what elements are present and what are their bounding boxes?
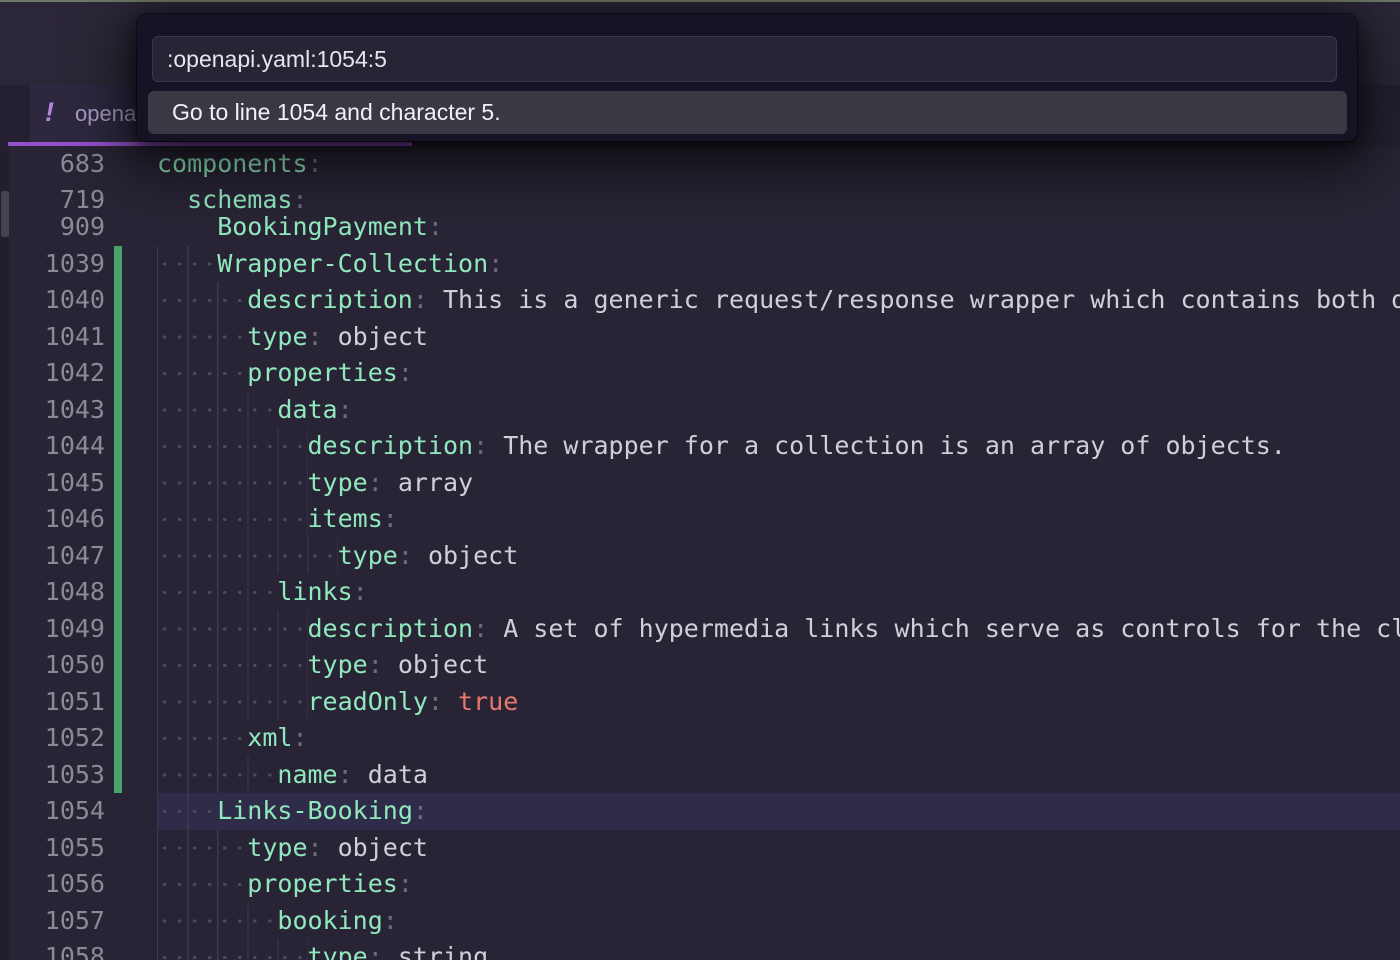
indent-whitespace bbox=[157, 757, 277, 794]
code-text: Links-Booking: bbox=[217, 793, 428, 830]
code-text: components: bbox=[157, 146, 323, 183]
line-number: 683 bbox=[0, 146, 105, 183]
code-text: description: This is a generic request/r… bbox=[247, 282, 1400, 319]
code-line[interactable]: 1055 type: object bbox=[0, 830, 1400, 867]
indent-whitespace bbox=[157, 246, 217, 283]
code-line[interactable]: 1042 properties: bbox=[0, 355, 1400, 392]
line-number: 1056 bbox=[0, 866, 105, 903]
line-number: 1046 bbox=[0, 501, 105, 538]
line-number: 1055 bbox=[0, 830, 105, 867]
line-number: 1048 bbox=[0, 574, 105, 611]
code-line[interactable]: 1052 xml: bbox=[0, 720, 1400, 757]
indent-whitespace bbox=[157, 319, 247, 356]
code-text: properties: bbox=[247, 866, 413, 903]
indent-whitespace bbox=[157, 684, 308, 721]
code-line[interactable]: 1048 links: bbox=[0, 574, 1400, 611]
code-line[interactable]: 1046 items: bbox=[0, 501, 1400, 538]
code-line[interactable]: 1056 properties: bbox=[0, 866, 1400, 903]
indent-whitespace bbox=[157, 282, 247, 319]
code-text: xml: bbox=[247, 720, 307, 757]
indent-whitespace bbox=[157, 866, 247, 903]
code-text: description: A set of hypermedia links w… bbox=[308, 611, 1400, 648]
code-text: type: object bbox=[338, 538, 519, 575]
code-text: description: The wrapper for a collectio… bbox=[308, 428, 1286, 465]
indent-whitespace bbox=[157, 793, 217, 830]
editor-pane[interactable]: 683components:719schemas:909BookingPayme… bbox=[0, 146, 1400, 960]
code-text: booking: bbox=[277, 903, 397, 940]
indent-whitespace bbox=[157, 428, 308, 465]
line-number: 1040 bbox=[0, 282, 105, 319]
code-line[interactable]: 1043 data: bbox=[0, 392, 1400, 429]
code-line-active[interactable]: 1054 Links-Booking: bbox=[0, 793, 1400, 830]
code-text: name: data bbox=[277, 757, 428, 794]
indent-whitespace bbox=[157, 392, 277, 429]
code-line[interactable]: 1041 type: object bbox=[0, 319, 1400, 356]
left-rail bbox=[0, 146, 9, 960]
line-number: 1057 bbox=[0, 903, 105, 940]
diagnostic-error-icon: ! bbox=[45, 97, 54, 128]
line-number: 909 bbox=[0, 209, 105, 246]
code-line[interactable]: 1053 name: data bbox=[0, 757, 1400, 794]
code-line[interactable]: 1045 type: array bbox=[0, 465, 1400, 502]
code-text: type: array bbox=[308, 465, 474, 502]
zed-editor-window: { "tab_bar": { "active_tab": { "status_i… bbox=[0, 0, 1400, 960]
code-line[interactable]: 1058 type: string bbox=[0, 939, 1400, 960]
code-text: type: object bbox=[308, 647, 489, 684]
code-lines: 683components:719schemas:909BookingPayme… bbox=[0, 146, 1400, 960]
code-text: items: bbox=[308, 501, 398, 538]
indent-whitespace bbox=[157, 611, 308, 648]
line-number: 1042 bbox=[0, 355, 105, 392]
left-rail-thumb bbox=[1, 191, 9, 237]
code-line[interactable]: 1044 description: The wrapper for a colle… bbox=[0, 428, 1400, 465]
code-line[interactable]: 1049 description: A set of hypermedia lin… bbox=[0, 611, 1400, 648]
code-text: type: string bbox=[308, 939, 489, 960]
line-number: 1051 bbox=[0, 684, 105, 721]
line-number: 1039 bbox=[0, 246, 105, 283]
line-number: 1053 bbox=[0, 757, 105, 794]
goto-line-suggestion[interactable]: Go to line 1054 and character 5. bbox=[148, 91, 1347, 134]
line-number: 1058 bbox=[0, 939, 105, 960]
code-text: type: object bbox=[247, 319, 428, 356]
indent-whitespace bbox=[157, 647, 308, 684]
line-number: 1054 bbox=[0, 793, 105, 830]
line-number: 1052 bbox=[0, 720, 105, 757]
indent-whitespace bbox=[157, 355, 247, 392]
indent-whitespace bbox=[157, 939, 308, 960]
code-line[interactable]: 909 BookingPayment: bbox=[0, 209, 1400, 246]
indent-whitespace bbox=[157, 830, 247, 867]
indent-whitespace bbox=[157, 574, 277, 611]
code-line[interactable]: 1050 type: object bbox=[0, 647, 1400, 684]
line-number: 1050 bbox=[0, 647, 105, 684]
code-text: properties: bbox=[247, 355, 413, 392]
code-text: BookingPayment: bbox=[217, 209, 443, 246]
code-line[interactable]: 1057 booking: bbox=[0, 903, 1400, 940]
code-text: type: object bbox=[247, 830, 428, 867]
code-line[interactable]: 1040 description: This is a generic reque… bbox=[0, 282, 1400, 319]
code-line[interactable]: 683 components: bbox=[0, 146, 1400, 183]
code-text: links: bbox=[277, 574, 367, 611]
indent-whitespace bbox=[157, 501, 308, 538]
line-number: 1041 bbox=[0, 319, 105, 356]
goto-line-input[interactable] bbox=[152, 36, 1337, 82]
indent-whitespace bbox=[157, 538, 338, 575]
indent-whitespace bbox=[157, 209, 217, 246]
code-line[interactable]: 1051 readOnly: true bbox=[0, 684, 1400, 721]
goto-line-dialog: Go to line 1054 and character 5. bbox=[137, 14, 1357, 141]
line-number: 1043 bbox=[0, 392, 105, 429]
indent-whitespace bbox=[157, 720, 247, 757]
indent-whitespace bbox=[157, 903, 277, 940]
line-number: 1044 bbox=[0, 428, 105, 465]
code-line[interactable]: 1039 Wrapper-Collection: bbox=[0, 246, 1400, 283]
code-line[interactable]: 1047 type: object bbox=[0, 538, 1400, 575]
code-text: Wrapper-Collection: bbox=[217, 246, 503, 283]
line-number: 1045 bbox=[0, 465, 105, 502]
line-number: 1049 bbox=[0, 611, 105, 648]
indent-whitespace bbox=[157, 465, 308, 502]
code-text: readOnly: true bbox=[308, 684, 519, 721]
line-number: 1047 bbox=[0, 538, 105, 575]
code-text: data: bbox=[277, 392, 352, 429]
